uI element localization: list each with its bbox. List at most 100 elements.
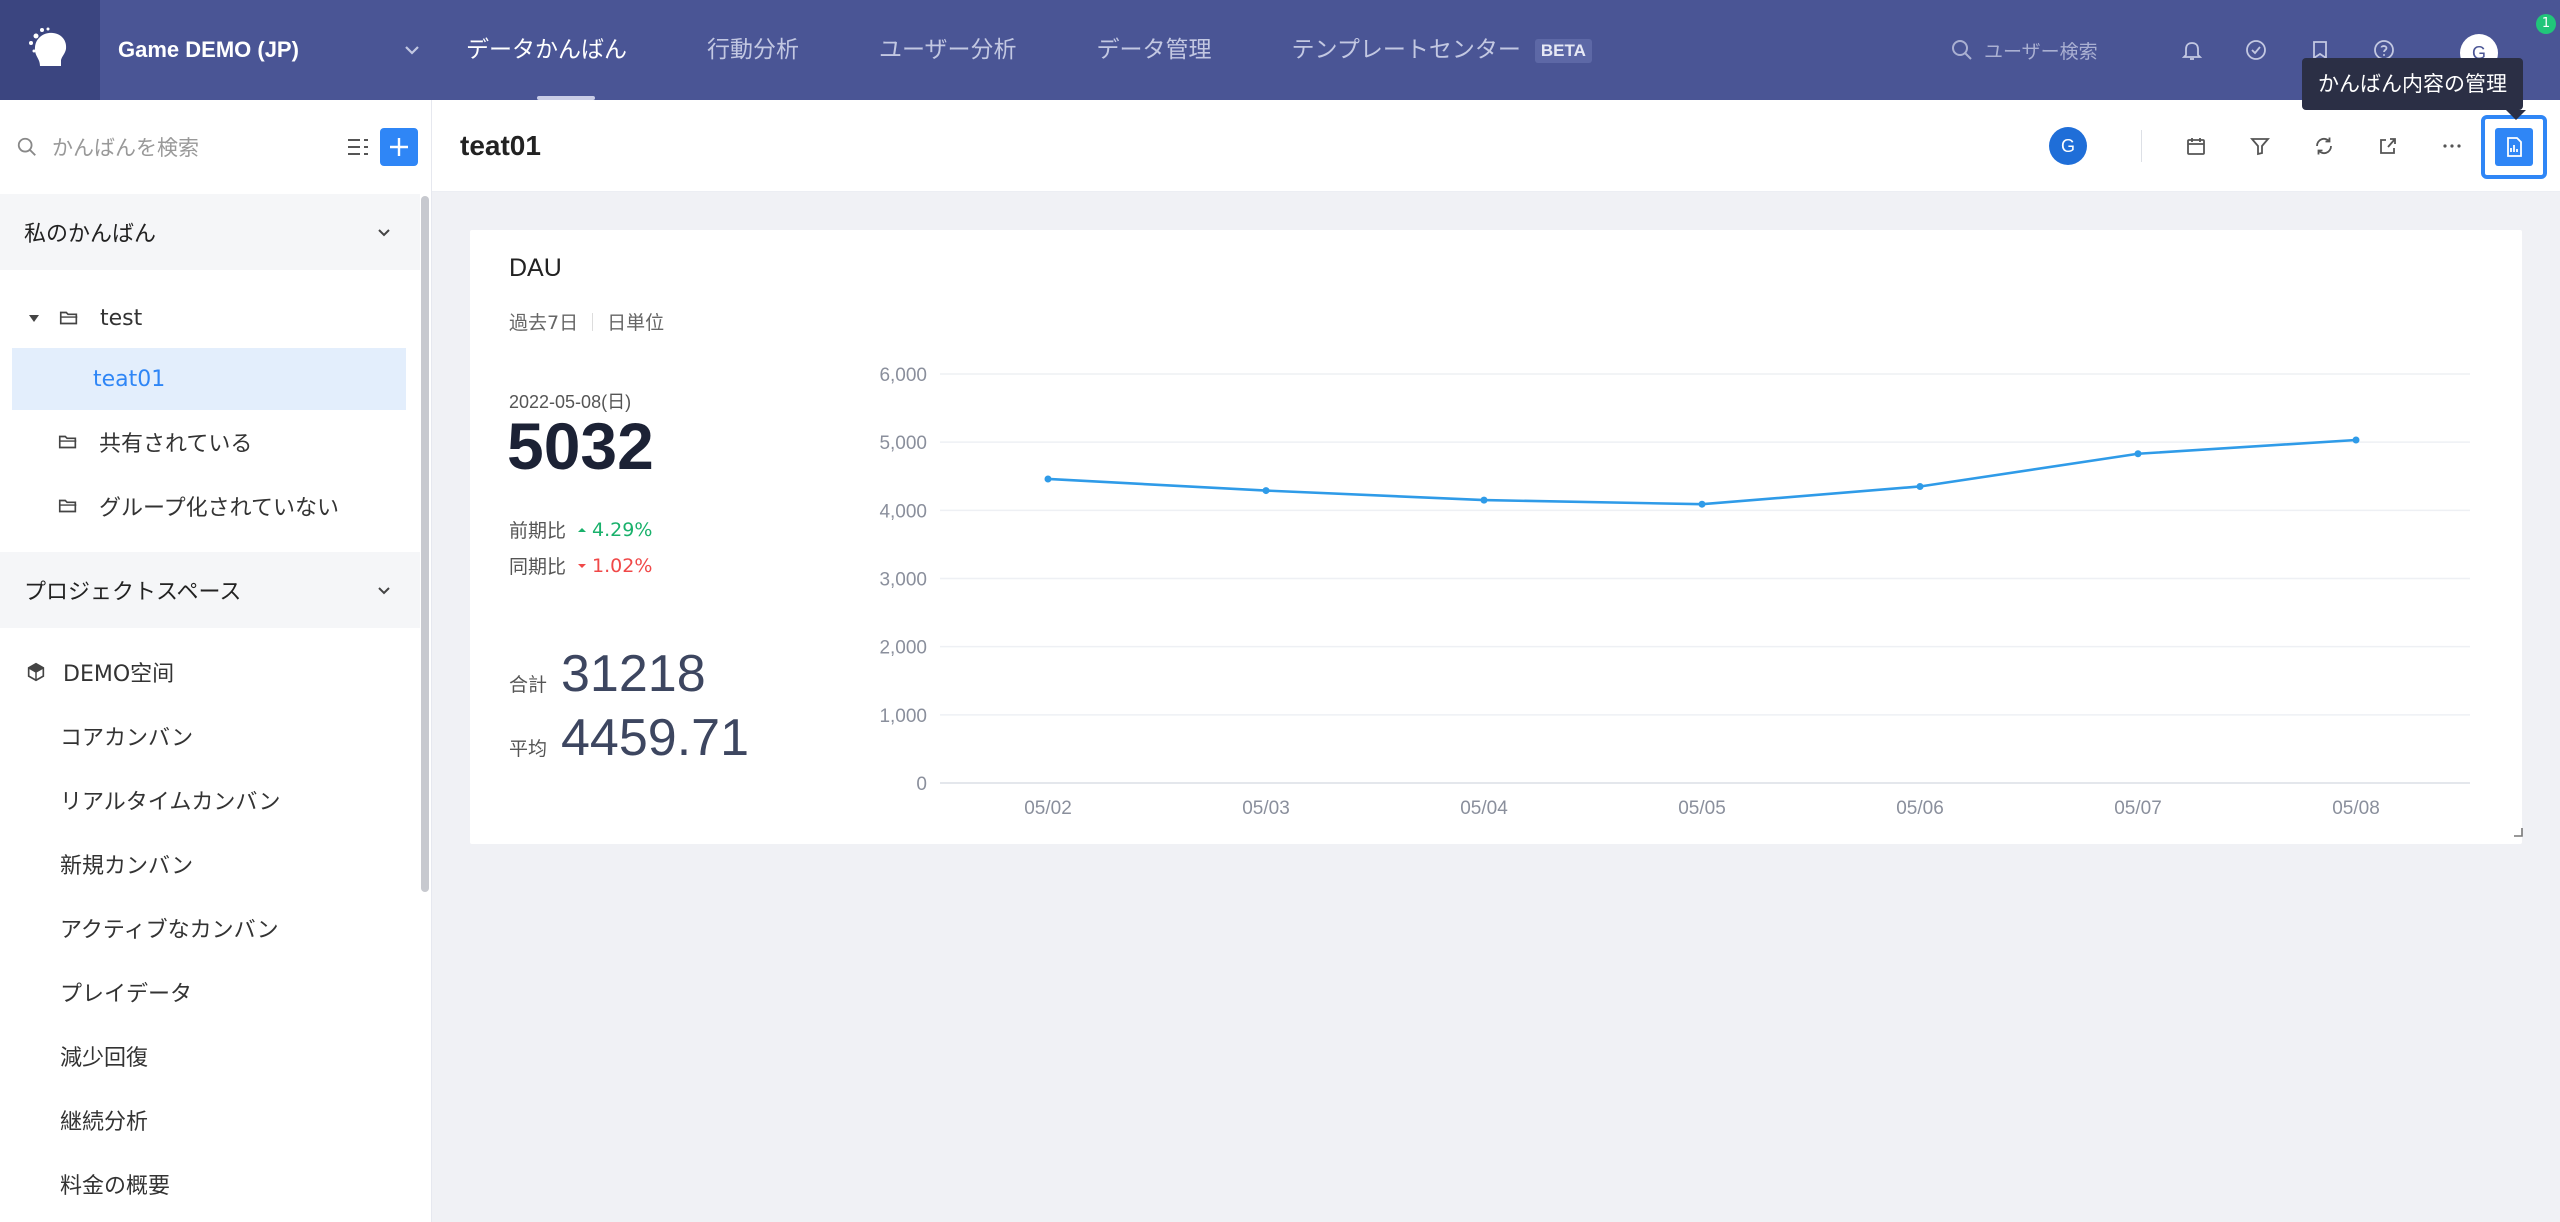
data-point[interactable] <box>1698 500 1706 508</box>
caret-down-icon <box>29 315 39 322</box>
nav-label: データ管理 <box>1096 37 1212 63</box>
sidebar-item-teat01[interactable]: teat01 <box>12 348 406 410</box>
sidebar-scrollbar[interactable] <box>421 196 429 892</box>
nav-label: ユーザー分析 <box>879 37 1017 63</box>
board-label: teat01 <box>93 366 166 392</box>
sidebar: かんばんを検索 私のかんばん test teat01 共有されている グループ化… <box>0 100 432 1222</box>
section-label: 私のかんばん <box>24 222 157 247</box>
folder-label: test <box>100 305 143 331</box>
user-search[interactable]: ユーザー検索 <box>1950 36 2098 64</box>
check-circle-icon <box>2246 40 2266 60</box>
report-icon <box>2495 128 2533 166</box>
ellipsis-icon <box>2443 144 2461 148</box>
user-search-placeholder: ユーザー検索 <box>1984 40 2098 63</box>
x-tick-label: 05/08 <box>2332 798 2380 819</box>
list-view-icon[interactable] <box>344 133 372 161</box>
data-point[interactable] <box>1262 487 1270 495</box>
nav-data-board[interactable]: データかんばん <box>466 0 627 100</box>
data-point[interactable] <box>2134 450 2142 458</box>
data-point[interactable] <box>2352 436 2360 444</box>
chevron-down-icon[interactable] <box>398 36 426 64</box>
data-point[interactable] <box>1044 475 1052 483</box>
y-tick-label: 3,000 <box>879 570 927 591</box>
sidebar-item-decline-recovery[interactable]: 減少回復 <box>0 1025 420 1087</box>
dau-series-line <box>1047 438 2357 506</box>
board-label: 料金の概要 <box>60 1174 171 1199</box>
top-nav-bar: Game DEMO (JP) データかんばん 行動分析 ユーザー分析 データ管理… <box>0 0 2560 100</box>
folder-test[interactable]: test <box>0 287 420 349</box>
date-range-button[interactable] <box>2181 131 2211 161</box>
board-label: プレイデータ <box>60 982 193 1007</box>
x-tick-label: 05/02 <box>1024 798 1072 819</box>
owner-avatar[interactable]: G <box>2049 127 2087 165</box>
resize-handle-icon[interactable] <box>2512 826 2524 838</box>
board-label: アクティブなカンバン <box>60 918 279 943</box>
y-tick-label: 2,000 <box>879 638 927 659</box>
app-logo[interactable] <box>0 0 100 100</box>
folder-ungrouped[interactable]: グループ化されていない <box>0 475 420 537</box>
sidebar-item-realtime-board[interactable]: リアルタイムカンバン <box>0 769 420 831</box>
chevron-down-icon <box>378 587 390 595</box>
data-point[interactable] <box>1480 496 1488 504</box>
nav-user-analysis[interactable]: ユーザー分析 <box>879 0 1017 100</box>
header-divider <box>2141 130 2142 162</box>
notification-count-badge: 1 <box>2536 14 2556 34</box>
sidebar-item-revenue-overview[interactable]: 料金の概要 <box>0 1153 420 1215</box>
board-search-placeholder: かんばんを検索 <box>52 136 199 160</box>
sidebar-item-core-board[interactable]: コアカンバン <box>0 705 420 767</box>
nav-label: テンプレートセンター <box>1291 37 1521 63</box>
space-label: DEMO空间 <box>63 662 175 687</box>
board-header: teat01 G <box>432 100 2560 192</box>
more-options-button[interactable] <box>2437 131 2467 161</box>
manage-board-content-button[interactable] <box>2481 115 2547 179</box>
filter-button[interactable] <box>2245 131 2275 161</box>
refresh-button[interactable] <box>2309 131 2339 161</box>
cube-icon <box>27 662 45 682</box>
x-tick-label: 05/05 <box>1678 798 1726 819</box>
refresh-icon <box>2316 137 2332 155</box>
bell-icon <box>2181 42 2203 60</box>
project-name[interactable]: Game DEMO (JP) <box>118 0 299 100</box>
sidebar-item-new-board[interactable]: 新規カンバン <box>0 833 420 895</box>
page-title: teat01 <box>460 130 541 161</box>
y-tick-label: 1,000 <box>879 706 927 727</box>
board-label: リアルタイムカンバン <box>60 790 281 815</box>
nav-behavior-analysis[interactable]: 行動分析 <box>707 0 799 100</box>
y-tick-label: 6,000 <box>879 365 927 386</box>
sidebar-item-play-data[interactable]: プレイデータ <box>0 961 420 1023</box>
main-nav: データかんばん 行動分析 ユーザー分析 データ管理 テンプレートセンター BETA <box>466 0 1672 100</box>
dau-card: DAU 過去7日 日単位 2022-05-08(日) 5032 前期比 4.29… <box>470 230 2524 844</box>
sidebar-item-active-board[interactable]: アクティブなカンバン <box>0 897 420 959</box>
notification-button[interactable] <box>2177 35 2207 65</box>
folder-shared[interactable]: 共有されている <box>0 411 420 473</box>
share-button[interactable] <box>2373 131 2403 161</box>
data-point[interactable] <box>1916 482 1924 490</box>
y-tick-label: 0 <box>916 774 927 795</box>
search-icon <box>1952 40 1972 60</box>
space-demo[interactable]: DEMO空间 <box>0 641 420 703</box>
folder-label: グループ化されていない <box>99 496 340 521</box>
x-tick-label: 05/04 <box>1460 798 1508 819</box>
nav-label: データかんばん <box>466 37 627 63</box>
tasks-button[interactable] <box>2241 35 2271 65</box>
board-label: 減少回復 <box>60 1046 149 1071</box>
my-boards-section[interactable]: 私のかんばん <box>0 194 420 270</box>
manage-board-tooltip: かんばん内容の管理 <box>2302 58 2526 120</box>
share-icon <box>2380 138 2396 154</box>
y-tick-label: 4,000 <box>879 501 927 522</box>
y-tick-label: 5,000 <box>879 433 927 454</box>
x-tick-label: 05/07 <box>2114 798 2162 819</box>
sidebar-item-retention[interactable]: 継続分析 <box>0 1089 420 1151</box>
add-board-button[interactable] <box>380 128 418 166</box>
nav-label: 行動分析 <box>707 37 799 63</box>
section-label: プロジェクトスペース <box>24 580 242 605</box>
board-label: 新規カンバン <box>60 854 194 879</box>
nav-template-center[interactable]: テンプレートセンター BETA <box>1292 0 1592 100</box>
x-tick-label: 05/06 <box>1896 798 1944 819</box>
filter-icon <box>2250 138 2270 156</box>
beta-badge: BETA <box>1534 38 1592 63</box>
board-label: 継続分析 <box>60 1110 149 1135</box>
folder-label: 共有されている <box>99 432 253 457</box>
nav-data-management[interactable]: データ管理 <box>1097 0 1212 100</box>
project-space-section[interactable]: プロジェクトスペース <box>0 552 420 628</box>
